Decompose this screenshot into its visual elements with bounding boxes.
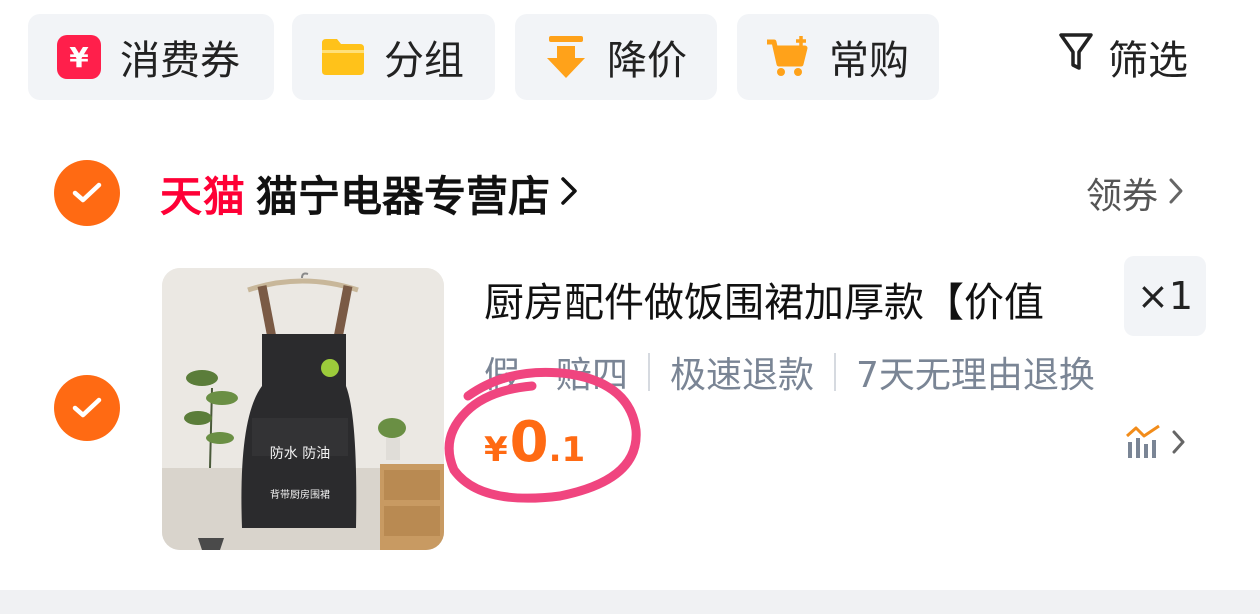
- frequent-buy-chip-label: 常购: [829, 38, 909, 84]
- tag-fast-refund: 极速退款: [670, 355, 815, 396]
- chevron-right-icon: [560, 176, 578, 210]
- price-drop-chip-label: 降价: [607, 38, 687, 84]
- check-icon: [72, 397, 102, 418]
- price-integer: 0: [509, 410, 549, 475]
- product-title[interactable]: 厨房配件做饭围裙加厚款【价值: [484, 270, 1044, 328]
- frequent-buy-chip[interactable]: 常购: [737, 14, 939, 100]
- chevron-right-icon: [1172, 429, 1186, 459]
- group-chip-label: 分组: [384, 38, 464, 84]
- product-price: ¥ 0 .1: [484, 410, 585, 475]
- svg-text:¥: ¥: [69, 41, 89, 74]
- apron-text-1: 防水 防油: [270, 446, 330, 462]
- group-chip[interactable]: 分组: [292, 14, 495, 100]
- filter-button[interactable]: 筛选: [1058, 14, 1188, 100]
- price-drop-icon: [543, 34, 589, 80]
- tag-7day-return: 7天无理由退换: [856, 355, 1095, 396]
- cart-plus-icon: [765, 34, 811, 80]
- price-currency: ¥: [484, 430, 508, 470]
- store-select-checkbox[interactable]: [54, 160, 120, 226]
- product-image[interactable]: 防水 防油 背带厨房围裙: [162, 268, 444, 550]
- store-name: 猫宁电器专营店: [256, 171, 551, 221]
- coupon-chip[interactable]: ¥ 消费券: [28, 14, 274, 100]
- folder-icon: [320, 34, 366, 80]
- quantity-badge[interactable]: ×1: [1124, 256, 1206, 336]
- apron-text-2: 背带厨房围裙: [270, 488, 330, 501]
- apron-image: 防水 防油 背带厨房围裙: [162, 268, 444, 550]
- item-select-checkbox[interactable]: [54, 375, 120, 441]
- filter-icon: [1058, 32, 1094, 82]
- price-trend-button[interactable]: [1124, 424, 1186, 464]
- price-decimal: .1: [548, 430, 586, 470]
- check-icon: [72, 182, 102, 203]
- price-trend-icon: [1124, 424, 1162, 464]
- tag-divider: [648, 353, 651, 391]
- filter-label: 筛选: [1108, 38, 1188, 84]
- get-coupon-label: 领券: [1086, 176, 1159, 217]
- tag-fake-compensation: 假一赔四: [484, 355, 629, 396]
- chevron-right-icon: [1168, 173, 1184, 214]
- bottom-divider: [0, 590, 1260, 614]
- service-tags: 假一赔四 极速退款 7天无理由退换: [484, 346, 1095, 398]
- price-drop-chip[interactable]: 降价: [515, 14, 717, 100]
- get-coupon-button[interactable]: 领券: [1086, 160, 1184, 226]
- coupon-icon: ¥: [56, 34, 102, 80]
- coupon-chip-label: 消费券: [120, 38, 240, 84]
- store-header[interactable]: 天猫 猫宁电器专营店: [160, 160, 578, 226]
- tag-divider: [834, 353, 837, 391]
- tmall-logo: 天猫: [160, 171, 247, 221]
